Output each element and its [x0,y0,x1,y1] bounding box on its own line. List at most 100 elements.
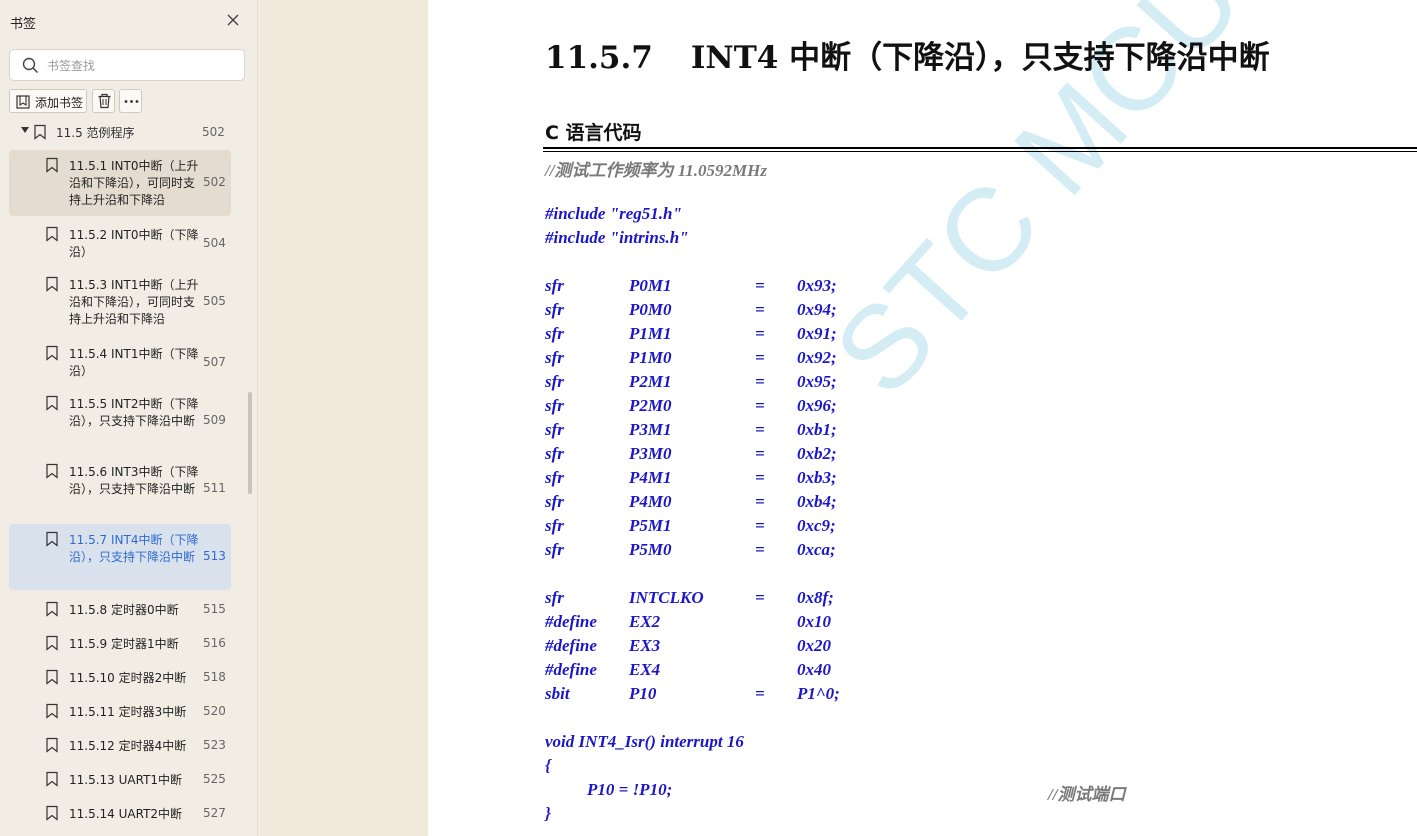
code-comment: //测试工作频率为 11.0592MHz [545,161,767,180]
code-operator: = [755,420,765,439]
section-title: INT4 中断（下降沿），只支持下降沿中断 [690,40,1270,76]
code-keyword: sfr [545,372,564,391]
bookmark-item[interactable]: 11.5.8 定时器0中断 515 [9,594,231,626]
bookmark-icon [46,276,58,292]
bookmark-item-active[interactable]: 11.5.7 INT4中断（下降沿），只支持下降沿中断 513 [9,524,231,590]
bookmark-icon [46,601,58,617]
code-keyword: sfr [545,396,564,415]
add-bookmark-icon [16,95,30,109]
document-page: STC MCU 11.5.7 INT4 中断（下降沿），只支持下降沿中断 C 语言… [428,0,1417,836]
bookmark-item[interactable]: 11.5.4 INT1中断（下降沿） 507 [9,338,231,384]
bookmark-icon [46,345,58,361]
bookmark-item[interactable]: 11.5.12 定时器4中断 523 [9,730,231,762]
code-identifier: P10 [629,684,657,703]
code-include: #include "intrins.h" [545,228,689,247]
bookmark-icon [46,157,58,173]
delete-bookmark-button[interactable] [92,89,115,113]
divider-rule [543,147,1417,149]
code-brace: } [545,804,551,823]
code-identifier: P5M1 [629,516,672,535]
bookmark-page: 516 [203,636,226,650]
bookmark-icon [46,635,58,651]
more-options-button[interactable] [119,89,142,113]
code-identifier: EX2 [629,612,661,631]
bookmark-page: 511 [203,481,226,495]
bookmark-item[interactable]: 11.5.10 定时器2中断 518 [9,662,231,694]
bookmark-page: 502 [203,175,226,189]
bookmark-list: 11.5 范例程序 502 11.5.1 INT0中断（上升沿和下降沿），可同时… [0,122,252,836]
code-keyword: #define [545,660,597,679]
bookmark-label: 11.5.5 INT2中断（下降沿），只支持下降沿中断 [69,397,199,428]
code-keyword: #define [545,612,597,631]
bookmark-search[interactable] [9,49,245,81]
code-operator: = [755,372,765,391]
code-value: P1^0; [797,684,840,703]
bookmark-item[interactable]: 11.5.9 定时器1中断 516 [9,628,231,660]
code-keyword: sfr [545,276,564,295]
bookmark-label: 11.5.7 INT4中断（下降沿），只支持下降沿中断 [69,533,199,564]
bookmark-group[interactable]: 11.5 范例程序 502 [0,122,252,142]
bookmark-icon [46,805,58,821]
bookmark-icon [46,395,58,411]
code-keyword: #define [545,636,597,655]
code-operator: = [755,492,765,511]
bookmark-item[interactable]: 11.5.2 INT0中断（下降沿） 504 [9,219,231,265]
bookmark-item[interactable]: 11.5.14 UART2中断 527 [9,798,231,830]
divider-rule [543,151,1417,152]
add-bookmark-label: 添加书签 [35,96,84,110]
code-identifier: P4M0 [629,492,672,511]
code-brace: { [545,756,551,775]
add-bookmark-button[interactable]: 添加书签 [9,89,87,113]
bookmark-item[interactable]: 11.5.11 定时器3中断 520 [9,696,231,728]
trash-icon [98,93,111,109]
code-value: 0x96; [797,396,837,415]
bookmark-item[interactable]: 11.5.6 INT3中断（下降沿），只支持下降沿中断 511 [9,456,231,522]
code-value: 0xc9; [797,516,836,535]
code-value: 0x91; [797,324,837,343]
code-keyword: sfr [545,492,564,511]
code-value: 0x93; [797,276,837,295]
code-identifier: P3M0 [629,444,672,463]
code-identifier: P1M0 [629,348,672,367]
bookmark-item[interactable]: 11.5.3 INT1中断（上升沿和下降沿），可同时支持上升沿和下降沿 505 [9,269,231,335]
code-value: 0xb2; [797,444,837,463]
code-keyword: sfr [545,324,564,343]
scrollbar-thumb[interactable] [248,392,252,494]
code-include: #include "reg51.h" [545,204,682,223]
code-identifier: P2M1 [629,372,672,391]
code-operator: = [755,468,765,487]
bookmark-label: 11.5.13 UART1中断 [69,773,183,787]
section-heading: 11.5.7 INT4 中断（下降沿），只支持下降沿中断 [545,32,1270,77]
bookmark-label: 11.5.14 UART2中断 [69,807,183,821]
code-keyword: sbit [545,684,570,703]
bookmark-label: 11.5.3 INT1中断（上升沿和下降沿），可同时支持上升沿和下降沿 [69,278,199,326]
code-operator: = [755,588,765,607]
code-value: 0x20 [797,636,831,655]
bookmark-page: 518 [203,670,226,684]
code-keyword: sfr [545,348,564,367]
collapse-caret-icon[interactable] [21,127,29,133]
bookmark-item[interactable]: 11.5.1 INT0中断（上升沿和下降沿），可同时支持上升沿和下降沿 502 [9,150,231,216]
code-value: 0xca; [797,540,836,559]
more-icon [124,100,139,103]
code-identifier: INTCLKO [629,588,704,607]
bookmark-page: 513 [203,549,226,563]
bookmark-page: 507 [203,355,226,369]
close-icon[interactable] [224,11,242,29]
code-keyword: sfr [545,516,564,535]
bookmark-item[interactable]: 11.5.13 UART1中断 525 [9,764,231,796]
code-comment: //测试端口 [1048,785,1126,804]
bookmark-item[interactable]: 11.5.5 INT2中断（下降沿），只支持下降沿中断 509 [9,388,231,454]
bookmark-panel: 书签 添加书签 [0,0,258,836]
search-input[interactable] [47,56,237,76]
bookmark-page: 505 [203,294,226,308]
code-operator: = [755,684,765,703]
bookmark-label: 11.5.6 INT3中断（下降沿），只支持下降沿中断 [69,465,199,496]
code-value: 0x95; [797,372,837,391]
code-value: 0x92; [797,348,837,367]
code-value: 0x40 [797,660,831,679]
bookmark-icon [46,771,58,787]
code-value: 0x10 [797,612,831,631]
bookmark-label: 11.5 范例程序 [56,126,135,140]
bookmark-page: 520 [203,704,226,718]
